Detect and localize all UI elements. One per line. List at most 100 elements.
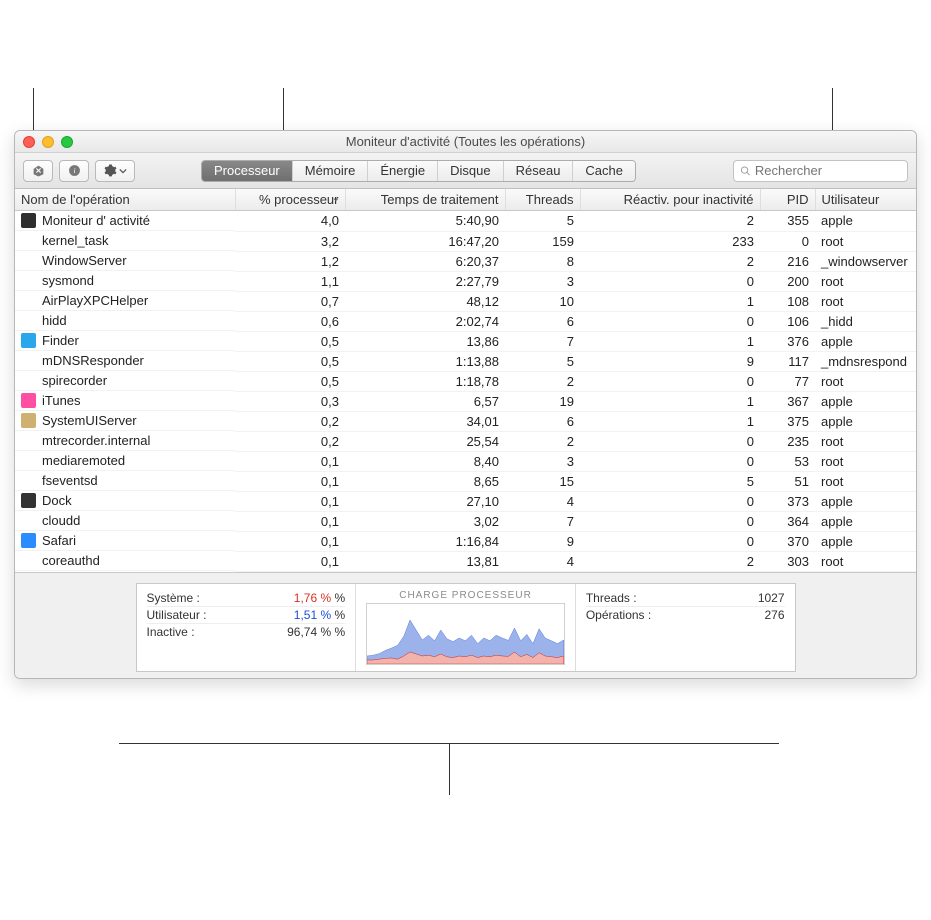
tab-mémoire[interactable]: Mémoire <box>293 161 369 181</box>
process-name: Dock <box>42 493 72 508</box>
no-icon <box>21 273 36 288</box>
user-pct-label: Utilisateur : <box>147 608 207 622</box>
cell-cpu: 0,1 <box>235 551 345 571</box>
maximize-icon[interactable] <box>61 136 73 148</box>
column-header-pid[interactable]: PID <box>760 189 815 211</box>
cell-threads: 19 <box>505 391 580 411</box>
safari-app-icon <box>21 533 36 548</box>
cell-user: apple <box>815 491 916 511</box>
cell-user: _mdnsrespond <box>815 351 916 371</box>
options-button[interactable] <box>95 160 135 182</box>
cpu-load-chart-panel: CHARGE PROCESSEUR <box>356 584 575 671</box>
table-row[interactable]: mtrecorder.internal0,225,5420235root <box>15 431 916 451</box>
table-row[interactable]: spirecorder0,51:18,782077root <box>15 371 916 391</box>
cell-user: root <box>815 431 916 451</box>
process-name: mediaremoted <box>42 453 125 468</box>
table-row[interactable]: iTunes0,36,57191367apple <box>15 391 916 411</box>
column-header-cpu[interactable]: % processeur <box>235 189 345 211</box>
table-row[interactable]: sysmond1,12:27,7930200root <box>15 271 916 291</box>
cell-user: _hidd <box>815 311 916 331</box>
table-row[interactable]: Finder0,513,8671376apple <box>15 331 916 351</box>
cell-pid: 53 <box>760 451 815 471</box>
search-field[interactable] <box>733 160 908 182</box>
cell-pid: 106 <box>760 311 815 331</box>
table-row[interactable]: coreauthd0,113,8142303root <box>15 551 916 571</box>
column-header-threads[interactable]: Threads <box>505 189 580 211</box>
tab-réseau[interactable]: Réseau <box>504 161 574 181</box>
cell-time: 6,57 <box>345 391 505 411</box>
cell-threads: 6 <box>505 311 580 331</box>
tab-cache[interactable]: Cache <box>573 161 635 181</box>
cell-idle: 0 <box>580 371 760 391</box>
cell-cpu: 0,1 <box>235 491 345 511</box>
cell-cpu: 0,5 <box>235 331 345 351</box>
window-title: Moniteur d'activité (Toutes les opératio… <box>15 134 916 149</box>
process-name: cloudd <box>42 513 80 528</box>
cell-user: root <box>815 471 916 491</box>
table-row[interactable]: Moniteur d' activité4,05:40,9052355apple <box>15 211 916 232</box>
tab-processeur[interactable]: Processeur <box>202 161 293 181</box>
cell-time: 48,12 <box>345 291 505 311</box>
cell-user: apple <box>815 391 916 411</box>
cell-user: root <box>815 231 916 251</box>
cell-user: apple <box>815 411 916 431</box>
cell-idle: 0 <box>580 491 760 511</box>
category-tabs: ProcesseurMémoireÉnergieDisqueRéseauCach… <box>201 160 636 182</box>
system-pct-value: 1,76 % <box>294 591 331 605</box>
cell-time: 8,65 <box>345 471 505 491</box>
info-button[interactable]: i <box>59 160 89 182</box>
table-row[interactable]: mediaremoted0,18,403053root <box>15 451 916 471</box>
table-row[interactable]: Safari0,11:16,8490370apple <box>15 531 916 551</box>
cell-time: 5:40,90 <box>345 211 505 232</box>
cell-time: 25,54 <box>345 431 505 451</box>
toolbar: i ProcesseurMémoireÉnergieDisqueRéseauCa… <box>15 153 916 189</box>
chart-title: CHARGE PROCESSEUR <box>366 590 565 601</box>
tab-disque[interactable]: Disque <box>438 161 503 181</box>
cpu-percent-stats: Système : 1,76 % % Utilisateur : 1,51 % … <box>137 584 357 671</box>
no-icon <box>21 513 36 528</box>
table-row[interactable]: hidd0,62:02,7460106_hidd <box>15 311 916 331</box>
process-name: iTunes <box>42 393 81 408</box>
table-row[interactable]: mDNSResponder0,51:13,8859117_mdnsrespond <box>15 351 916 371</box>
search-input[interactable] <box>755 163 901 178</box>
column-header-name[interactable]: Nom de l'opération <box>15 189 235 211</box>
stop-process-button[interactable] <box>23 160 53 182</box>
cell-time: 1:18,78 <box>345 371 505 391</box>
column-header-idle-wake[interactable]: Réactiv. pour inactivité <box>580 189 760 211</box>
table-row[interactable]: Dock0,127,1040373apple <box>15 491 916 511</box>
cell-idle: 2 <box>580 211 760 232</box>
user-pct-value: 1,51 % <box>294 608 331 622</box>
table-row[interactable]: kernel_task3,216:47,201592330root <box>15 231 916 251</box>
gear-icon <box>104 164 117 177</box>
cell-threads: 10 <box>505 291 580 311</box>
table-row[interactable]: AirPlayXPCHelper0,748,12101108root <box>15 291 916 311</box>
cell-threads: 8 <box>505 251 580 271</box>
process-name: sysmond <box>42 273 94 288</box>
cell-pid: 117 <box>760 351 815 371</box>
no-icon <box>21 373 36 388</box>
tab-énergie[interactable]: Énergie <box>368 161 438 181</box>
cell-cpu: 0,1 <box>235 471 345 491</box>
cell-cpu: 4,0 <box>235 211 345 232</box>
system-app-icon <box>21 413 36 428</box>
cell-cpu: 0,1 <box>235 511 345 531</box>
cell-pid: 364 <box>760 511 815 531</box>
cell-cpu: 0,1 <box>235 451 345 471</box>
itunes-app-icon <box>21 393 36 408</box>
cell-user: apple <box>815 511 916 531</box>
table-row[interactable]: SystemUIServer0,234,0161375apple <box>15 411 916 431</box>
column-header-time[interactable]: Temps de traitement <box>345 189 505 211</box>
table-row[interactable]: cloudd0,13,0270364apple <box>15 511 916 531</box>
minimize-icon[interactable] <box>42 136 54 148</box>
table-row[interactable]: WindowServer1,26:20,3782216_windowserver <box>15 251 916 271</box>
process-name: mDNSResponder <box>42 353 144 368</box>
close-icon[interactable] <box>23 136 35 148</box>
cell-time: 6:20,37 <box>345 251 505 271</box>
no-icon <box>21 253 36 268</box>
cell-threads: 5 <box>505 211 580 232</box>
cell-pid: 376 <box>760 331 815 351</box>
cell-cpu: 0,6 <box>235 311 345 331</box>
cell-pid: 200 <box>760 271 815 291</box>
table-row[interactable]: fseventsd0,18,6515551root <box>15 471 916 491</box>
column-header-user[interactable]: Utilisateur <box>815 189 916 211</box>
